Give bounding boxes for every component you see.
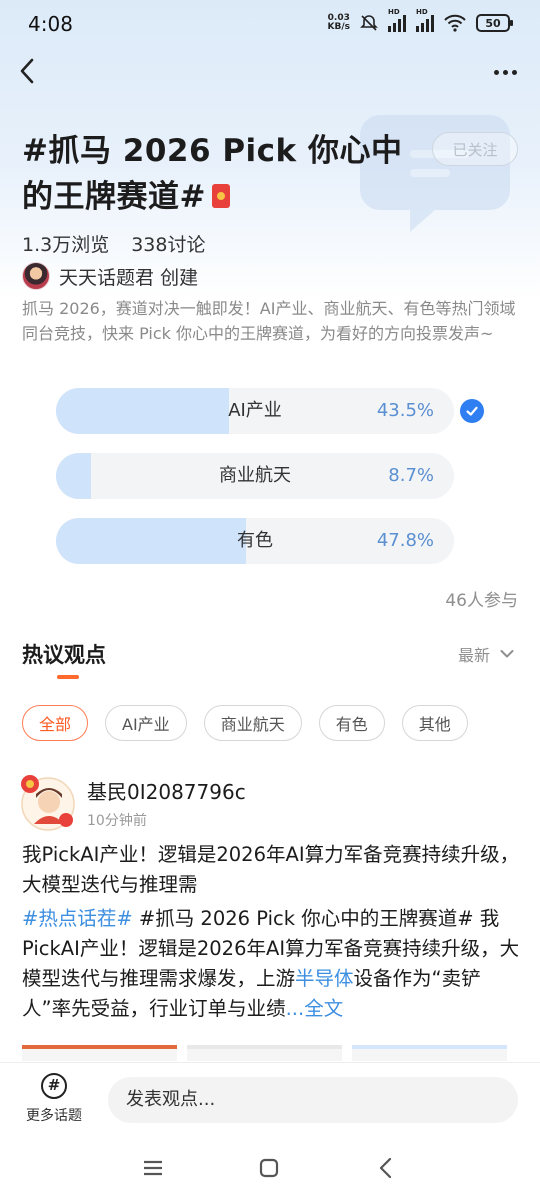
filter-chips: 全部 AI产业 商业航天 有色 其他 [22, 705, 468, 741]
poll-option-ai[interactable]: AI产业 43.5% [56, 388, 454, 434]
status-time: 4:08 [28, 12, 73, 36]
hashtag-icon: # [41, 1073, 67, 1099]
network-speed: 0.03 KB/s [327, 13, 350, 32]
selected-check-icon [460, 399, 484, 423]
post-content[interactable]: 我PickAI产业！逻辑是2026年AI算力军备竞赛持续升级，大模型迭代与推理需… [22, 840, 522, 1024]
home-icon[interactable] [257, 1156, 281, 1180]
battery-icon: 50 [476, 14, 513, 32]
filter-chip-aerospace[interactable]: 商业航天 [203, 705, 302, 741]
post-image-thumbnails[interactable] [22, 1045, 522, 1061]
poll-option-percent: 47.8% [376, 530, 434, 551]
hot-topic-hashtag[interactable]: #热点话茬# [22, 907, 133, 930]
poll-option-percent: 8.7% [388, 465, 434, 486]
poll-option-aerospace[interactable]: 商业航天 8.7% [56, 453, 454, 499]
more-options-button[interactable] [488, 58, 522, 86]
post-text: #热点话茬# #抓马 2026 Pick 你心中的王牌赛道# 我PickAI产业… [22, 907, 520, 1020]
back-button[interactable] [14, 54, 44, 88]
post-image[interactable] [352, 1045, 507, 1061]
post-username[interactable]: 基民0I2087796c [87, 776, 246, 805]
mute-bell-icon [360, 15, 378, 31]
more-topics-label: 更多话题 [26, 1108, 82, 1124]
filter-chip-other[interactable]: 其他 [401, 705, 468, 741]
poll-option-nonferrous[interactable]: 有色 47.8% [56, 518, 454, 564]
more-dots-icon [493, 69, 499, 75]
topic-title: #抓马 2026 Pick 你心中的王牌赛道# [22, 133, 403, 215]
filter-chip-nonferrous[interactable]: 有色 [318, 705, 385, 741]
status-indicators: 0.03 KB/s HD HD 50 [327, 8, 513, 32]
semiconductor-link[interactable]: 半导体 [295, 967, 354, 990]
more-topics-button[interactable]: # 更多话题 [20, 1073, 88, 1125]
sort-dropdown[interactable]: 最新 [458, 642, 514, 666]
wifi-icon [444, 14, 466, 32]
follow-button[interactable]: 已关注 [432, 132, 518, 166]
discussion-count: 338讨论 [131, 234, 206, 256]
menu-icon[interactable] [141, 1156, 165, 1180]
creator-info[interactable]: 天天话题君 创建 [22, 260, 198, 292]
post-image[interactable] [187, 1045, 342, 1061]
participant-count: 46人参与 [445, 591, 518, 611]
section-title: 热议观点 [22, 643, 106, 667]
post-time: 10分钟前 [87, 813, 147, 829]
system-navigation-bar [0, 1138, 540, 1200]
signal-1-icon: HD [388, 8, 406, 32]
topic-description: 抓马 2026，赛道对决一触即发！AI产业、商业航天、有色等热门领域同台竞技，快… [22, 299, 516, 343]
creator-avatar[interactable] [22, 262, 50, 290]
back-icon[interactable] [374, 1156, 398, 1180]
filter-chip-ai[interactable]: AI产业 [105, 705, 187, 741]
comment-input[interactable]: 发表观点... [108, 1077, 518, 1123]
sort-label: 最新 [457, 646, 490, 665]
bottom-action-bar: # 更多话题 发表观点... [0, 1062, 540, 1138]
status-bar: 4:08 0.03 KB/s HD HD 50 [0, 0, 540, 52]
section-title-underline [57, 675, 79, 679]
user-avatar[interactable] [16, 772, 76, 832]
filter-chip-all[interactable]: 全部 [22, 705, 89, 741]
post-headline: 我PickAI产业！逻辑是2026年AI算力军备竞赛持续升级，大模型迭代与推理需 [22, 843, 520, 896]
post-image[interactable] [22, 1045, 177, 1061]
chevron-down-icon [500, 650, 514, 658]
poll-option-percent: 43.5% [376, 400, 434, 421]
read-more-link[interactable]: ...全文 [286, 997, 344, 1020]
topic-stats: 1.3万浏览 338讨论 [22, 230, 205, 257]
view-count: 1.3万浏览 [22, 234, 110, 256]
signal-2-icon: HD [416, 8, 434, 32]
creator-name[interactable]: 天天话题君 创建 [59, 263, 198, 290]
red-envelope-icon[interactable] [211, 183, 230, 208]
back-arrow-icon [20, 58, 34, 84]
